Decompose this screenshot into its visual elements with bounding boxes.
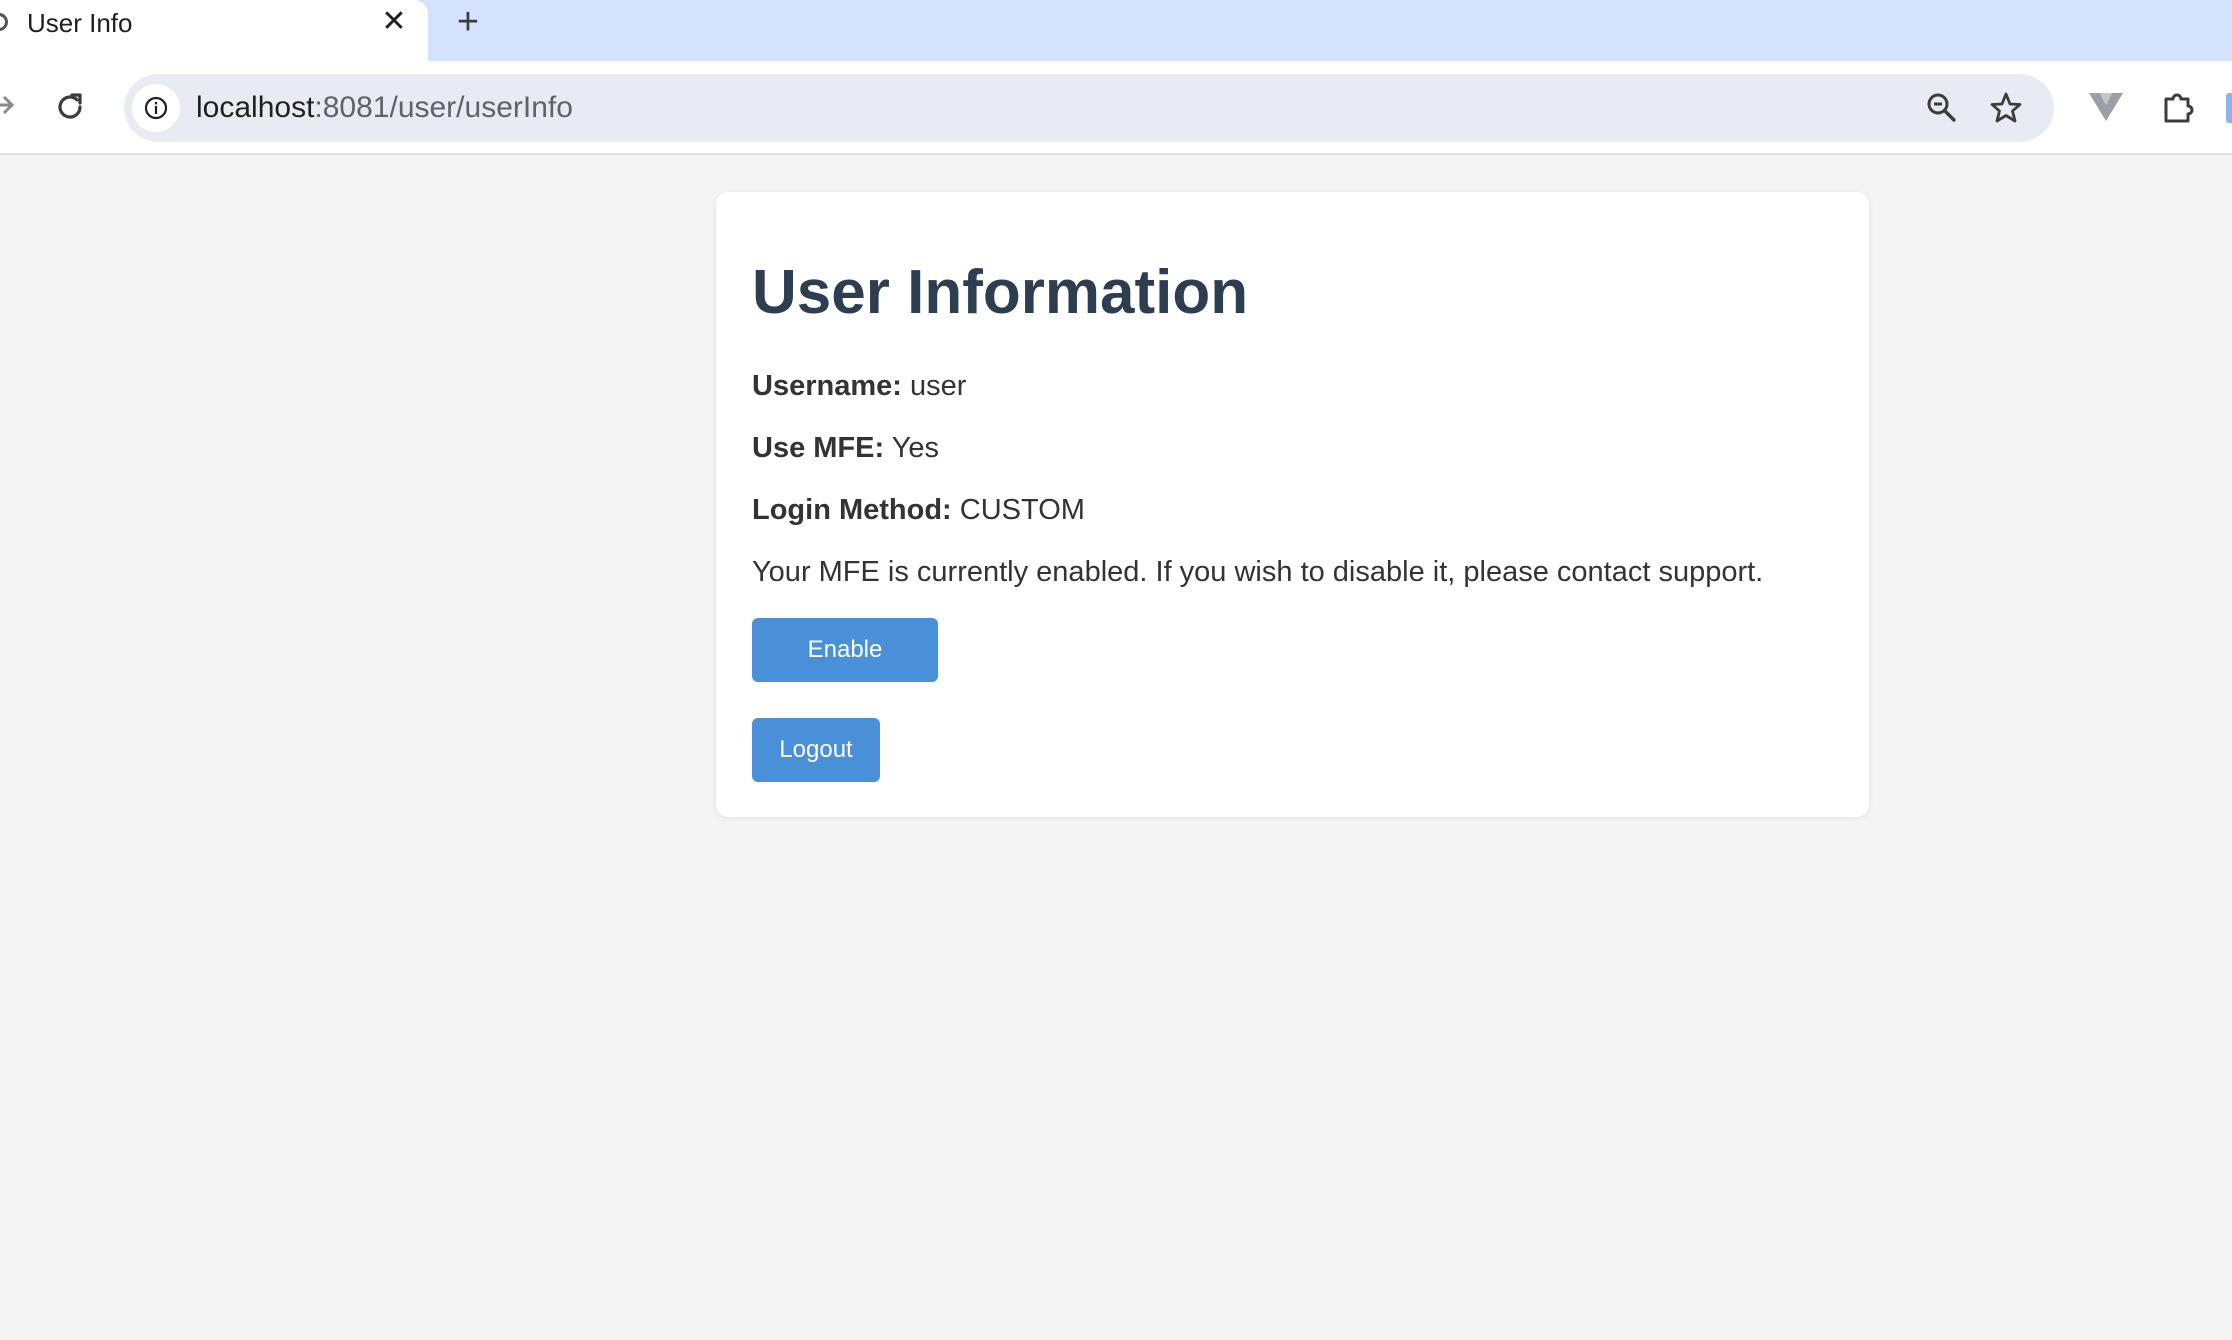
- username-label: Username:: [752, 370, 902, 402]
- new-tab-icon[interactable]: +: [450, 2, 486, 42]
- close-tab-icon[interactable]: ✕: [378, 4, 410, 40]
- tab-strip: User Info ✕ +: [0, 0, 2232, 61]
- zoom-icon[interactable]: [1924, 90, 1960, 126]
- login-method-row: Login Method: CUSTOM: [752, 492, 1085, 528]
- url-path: :8081/user/userInfo: [314, 91, 573, 124]
- username-value: user: [909, 370, 967, 402]
- url-host: localhost: [196, 91, 315, 124]
- favicon-icon: [0, 13, 8, 31]
- logout-button[interactable]: Logout: [752, 718, 880, 782]
- extensions-puzzle-icon[interactable]: [2158, 87, 2198, 127]
- site-info-icon[interactable]: [132, 84, 180, 132]
- forward-arrow-icon[interactable]: [0, 87, 16, 123]
- login-method-label: Login Method:: [752, 494, 952, 526]
- address-bar[interactable]: localhost:8081/user/userInfo: [124, 74, 2054, 142]
- bookmark-star-icon[interactable]: [1988, 90, 2024, 126]
- url-text[interactable]: localhost:8081/user/userInfo: [196, 89, 573, 127]
- use-mfe-label: Use MFE:: [752, 432, 885, 464]
- enable-mfe-button[interactable]: Enable MFE: [752, 618, 938, 727]
- mfe-status-notice: Your MFE is currently enabled. If you wi…: [752, 556, 1764, 588]
- user-info-card: User Information Username: user Use MFE:…: [716, 192, 1869, 817]
- login-method-value: CUSTOM: [959, 494, 1085, 526]
- browser-tab[interactable]: User Info ✕: [0, 0, 428, 61]
- reload-icon[interactable]: [50, 87, 90, 127]
- username-row: Username: user: [752, 368, 966, 404]
- tab-title: User Info: [27, 8, 133, 38]
- use-mfe-row: Use MFE: Yes: [752, 430, 939, 466]
- profile-edge[interactable]: [2226, 93, 2232, 123]
- extension-v-icon[interactable]: [2086, 89, 2126, 125]
- use-mfe-value: Yes: [891, 432, 939, 464]
- page-title: User Information: [752, 258, 1249, 327]
- browser-toolbar: localhost:8081/user/userInfo: [0, 61, 2232, 155]
